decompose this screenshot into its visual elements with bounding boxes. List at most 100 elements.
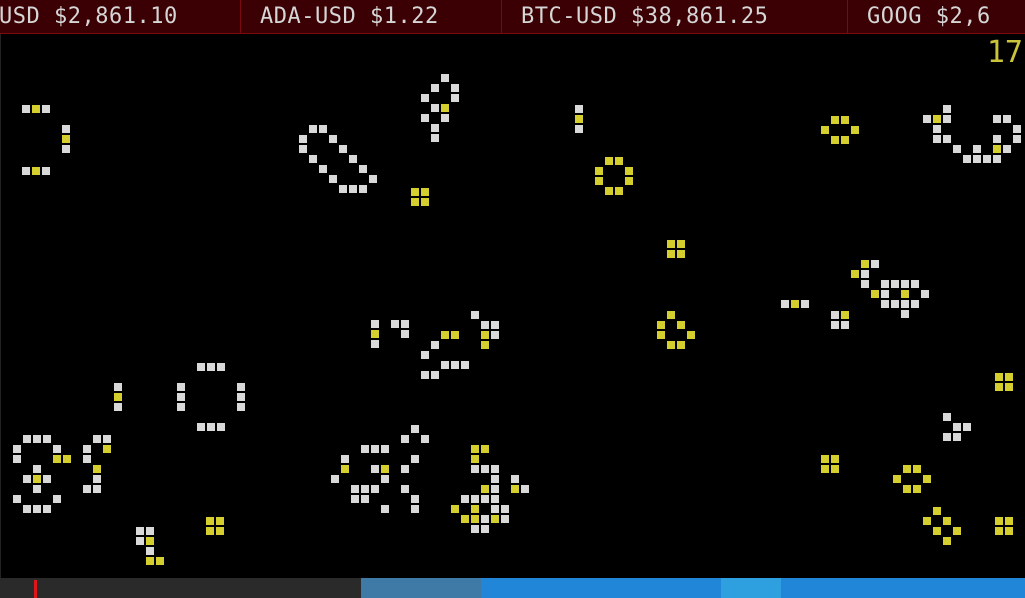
cell bbox=[63, 455, 71, 463]
cell bbox=[62, 135, 70, 143]
cell bbox=[821, 455, 829, 463]
cell bbox=[441, 74, 449, 82]
ticker-item: ADA-USD $1.22 bbox=[260, 4, 439, 29]
cell bbox=[501, 505, 509, 513]
cell bbox=[1005, 373, 1013, 381]
cell bbox=[963, 155, 971, 163]
cell bbox=[431, 124, 439, 132]
cell bbox=[491, 515, 499, 523]
cell bbox=[995, 383, 1003, 391]
cell bbox=[42, 105, 50, 113]
cell bbox=[421, 351, 429, 359]
cell bbox=[933, 507, 941, 515]
cell bbox=[43, 435, 51, 443]
cell bbox=[411, 495, 419, 503]
cell bbox=[381, 465, 389, 473]
cell bbox=[331, 475, 339, 483]
cell bbox=[431, 134, 439, 142]
cell bbox=[177, 393, 185, 401]
cell bbox=[901, 300, 909, 308]
cell bbox=[891, 280, 899, 288]
cell bbox=[371, 330, 379, 338]
cell bbox=[371, 320, 379, 328]
cell bbox=[114, 383, 122, 391]
cell bbox=[481, 445, 489, 453]
cell bbox=[575, 105, 583, 113]
cell bbox=[207, 423, 215, 431]
cell bbox=[431, 104, 439, 112]
cell bbox=[33, 435, 41, 443]
cell bbox=[521, 485, 529, 493]
cell bbox=[821, 126, 829, 134]
cell bbox=[511, 475, 519, 483]
cell bbox=[441, 114, 449, 122]
cell bbox=[421, 94, 429, 102]
cell bbox=[501, 515, 509, 523]
cell bbox=[114, 403, 122, 411]
cell bbox=[83, 445, 91, 453]
cell bbox=[983, 155, 991, 163]
cell bbox=[62, 145, 70, 153]
cell bbox=[421, 188, 429, 196]
cell bbox=[1003, 115, 1011, 123]
cell bbox=[349, 185, 357, 193]
cell bbox=[471, 525, 479, 533]
cell bbox=[371, 465, 379, 473]
cell bbox=[481, 495, 489, 503]
cell bbox=[451, 331, 459, 339]
cell bbox=[13, 495, 21, 503]
cell bbox=[677, 321, 685, 329]
cell bbox=[993, 145, 1001, 153]
cell bbox=[401, 465, 409, 473]
status-segment-dark bbox=[0, 578, 361, 598]
game-of-life-board[interactable] bbox=[0, 34, 1025, 578]
cell bbox=[451, 361, 459, 369]
cell bbox=[881, 300, 889, 308]
cell bbox=[401, 435, 409, 443]
cell bbox=[491, 321, 499, 329]
cell bbox=[595, 177, 603, 185]
cell bbox=[943, 115, 951, 123]
cell bbox=[923, 475, 931, 483]
ticker-item: BTC-USD $38,861.25 bbox=[521, 4, 769, 29]
cell bbox=[953, 433, 961, 441]
cell bbox=[23, 505, 31, 513]
cell bbox=[421, 435, 429, 443]
cell bbox=[615, 187, 623, 195]
cell bbox=[687, 331, 695, 339]
cell bbox=[136, 527, 144, 535]
cell bbox=[471, 455, 479, 463]
cell bbox=[921, 290, 929, 298]
cell bbox=[22, 105, 30, 113]
ticker-divider bbox=[501, 0, 502, 33]
cell bbox=[359, 165, 367, 173]
cell bbox=[893, 475, 901, 483]
cell bbox=[431, 84, 439, 92]
cell bbox=[491, 331, 499, 339]
cell bbox=[943, 517, 951, 525]
cell bbox=[411, 188, 419, 196]
cell bbox=[299, 145, 307, 153]
cell bbox=[677, 250, 685, 258]
cell bbox=[871, 260, 879, 268]
cell bbox=[625, 177, 633, 185]
cell bbox=[53, 455, 61, 463]
ticker-divider bbox=[240, 0, 241, 33]
cell bbox=[841, 311, 849, 319]
cell bbox=[831, 311, 839, 319]
cell bbox=[491, 485, 499, 493]
cell bbox=[667, 341, 675, 349]
cell bbox=[451, 505, 459, 513]
cell bbox=[381, 445, 389, 453]
cell bbox=[903, 465, 911, 473]
cell bbox=[901, 280, 909, 288]
cell bbox=[216, 517, 224, 525]
cell bbox=[451, 94, 459, 102]
cell bbox=[339, 145, 347, 153]
cell bbox=[329, 135, 337, 143]
cell bbox=[319, 125, 327, 133]
cell bbox=[605, 187, 613, 195]
cell bbox=[471, 311, 479, 319]
cell bbox=[207, 363, 215, 371]
cell bbox=[471, 445, 479, 453]
